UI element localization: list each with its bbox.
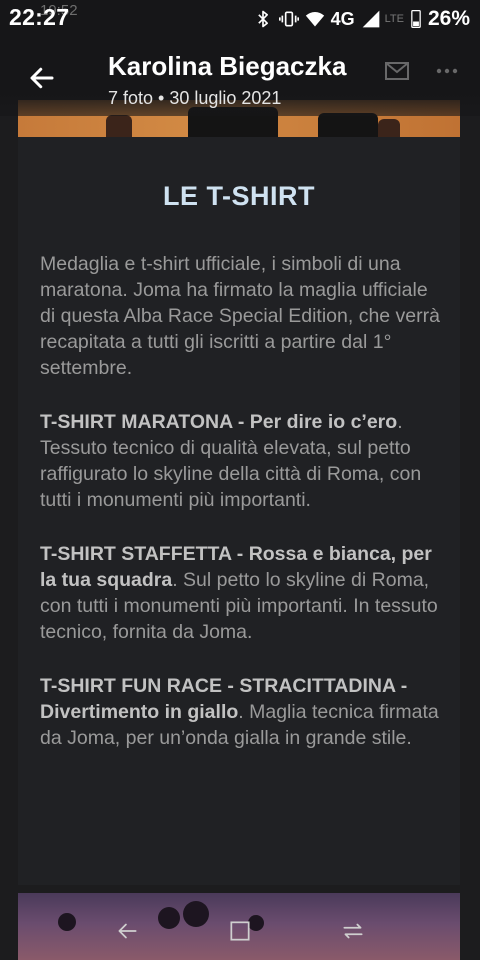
more-icon — [434, 60, 460, 87]
section-maratona: T-SHIRT MARATONA - Per dire io c’ero. Te… — [40, 409, 440, 513]
nav-recents-button[interactable] — [333, 913, 373, 953]
album-title: Karolina Biegaczka — [108, 51, 347, 81]
back-button[interactable] — [22, 60, 62, 100]
recents-icon — [340, 918, 366, 949]
section-title: T-SHIRT MARATONA - Per dire io c’ero — [40, 411, 398, 433]
ghost-toolbar-icons — [384, 60, 460, 87]
arrow-back-icon — [27, 63, 57, 98]
album-title-block: Karolina Biegaczka 7 foto • 30 luglio 20… — [108, 51, 346, 109]
network-type-label: 4G — [330, 8, 355, 29]
system-nav-bar — [0, 906, 480, 960]
status-icons: 4G LTE 26% — [253, 6, 470, 32]
battery-percent: 26% — [427, 7, 470, 30]
wifi-icon — [305, 9, 325, 29]
article-card[interactable]: LE T-SHIRT Medaglia e t-shirt ufficiale,… — [18, 137, 460, 885]
battery-icon — [410, 9, 422, 29]
article-intro: Medaglia e t-shirt ufficiale, i simboli … — [40, 253, 440, 379]
mail-icon — [384, 60, 410, 87]
signal-icon — [361, 9, 381, 29]
article-content: Medaglia e t-shirt ufficiale, i simboli … — [40, 251, 440, 779]
vibrate-icon — [278, 9, 299, 29]
home-square-icon — [227, 918, 253, 949]
article-heading: LE T-SHIRT — [163, 181, 315, 211]
section-fun-race: T-SHIRT FUN RACE - STRACITTADINA - Diver… — [40, 673, 440, 751]
album-subtitle: 7 foto • 30 luglio 2021 — [108, 88, 282, 108]
app-bar: Karolina Biegaczka 7 foto • 30 luglio 20… — [0, 38, 480, 116]
photo-detail — [378, 119, 400, 137]
bluetooth-icon — [253, 9, 273, 29]
status-bar: 19:52 22:27 4G LTE 26% — [0, 0, 480, 38]
photo-detail — [318, 113, 378, 137]
nav-home-button[interactable] — [220, 913, 260, 953]
photo-detail — [106, 115, 132, 137]
back-nav-icon — [114, 918, 140, 949]
status-time: 22:27 — [9, 4, 70, 30]
nav-back-button[interactable] — [107, 913, 147, 953]
section-staffetta: T-SHIRT STAFFETTA - Rossa e bianca, per … — [40, 541, 440, 645]
ghost-network-label: LTE — [384, 13, 404, 25]
